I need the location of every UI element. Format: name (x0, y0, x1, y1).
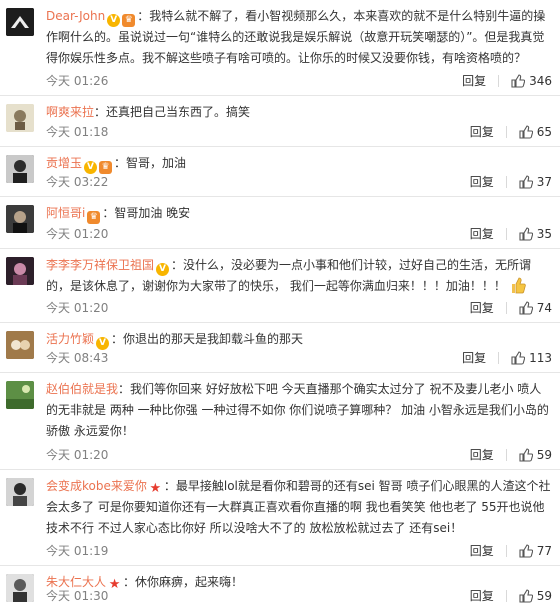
avatar[interactable] (6, 331, 34, 359)
comment-item: 会变成kobe来爱你 ★ ：最早接触lol就是看你和碧哥的还有sei 智哥 喷子们心… (0, 470, 560, 566)
divider (505, 176, 507, 188)
like-button[interactable]: 65 (519, 124, 552, 140)
verified-badge-icon: V (96, 337, 110, 350)
comment-item: 朱大仁大人 ★ ：休你麻痹，起来嗨！ 今天 01:30 回复 59 (0, 566, 560, 610)
thumbs-up-icon (511, 351, 526, 365)
avatar[interactable] (6, 381, 34, 409)
vip-badge-icon: ♛ (122, 14, 136, 27)
like-count: 346 (529, 74, 552, 88)
comment-text: ：我们等你回来 好好放松下吧 今天直播那个确实太过分了 祝不及妻儿老小 喷人的无… (46, 382, 549, 438)
timestamp: 今天 01:20 (46, 227, 109, 241)
reply-button[interactable]: 回复 (470, 447, 494, 463)
thumbs-up-icon (519, 227, 533, 241)
like-count: 59 (536, 448, 552, 462)
like-button[interactable]: 346 (511, 73, 552, 89)
thumbs-up-icon (519, 301, 533, 315)
divider (505, 590, 507, 602)
timestamp: 今天 01:19 (46, 544, 109, 558)
like-button[interactable]: 59 (519, 447, 552, 463)
like-count: 35 (536, 227, 552, 241)
timestamp: 今天 01:20 (46, 301, 109, 315)
thumbs-up-icon (519, 589, 533, 603)
thumbs-up-icon (519, 544, 533, 558)
username[interactable]: 赵伯伯就是我 (46, 382, 118, 396)
reply-button[interactable]: 回复 (470, 543, 494, 559)
comment-text: ：你退出的那天是我卸载斗鱼的那天 (111, 332, 304, 346)
timestamp: 今天 01:20 (46, 448, 109, 462)
username[interactable]: 阿恒哥i (46, 206, 85, 220)
divider (505, 302, 507, 314)
avatar[interactable] (6, 104, 34, 132)
avatar[interactable] (6, 574, 34, 602)
thumbs-up-icon (519, 125, 533, 139)
comment-text: ：智哥，加油 (114, 156, 187, 170)
divider (505, 545, 507, 557)
comment-item: 李李李万祥保卫祖国 V ：没什么，没必要为一点小事和他们计较，过好自己的生活，无所谓… (0, 249, 560, 323)
avatar[interactable] (6, 205, 34, 233)
like-count: 59 (536, 589, 552, 603)
comment-item: 啊爽来拉：还真把自己当东西了。搞笑 今天 01:18 回复 65 (0, 96, 560, 147)
username[interactable]: 会变成kobe来爱你 (46, 479, 147, 493)
comment-item: Dear-John V ♛ ：我特么就不解了，看小智视频那么久，本来喜欢的就不是什么特… (0, 0, 560, 96)
like-button[interactable]: 113 (511, 350, 552, 366)
thumbs-up-icon (519, 448, 533, 462)
thumbs-up-icon (511, 74, 526, 88)
star-badge-icon: ★ (149, 481, 162, 496)
timestamp: 今天 08:43 (46, 351, 109, 365)
avatar[interactable] (6, 478, 34, 506)
divider (498, 75, 500, 87)
like-count: 74 (536, 301, 552, 315)
comment-text: ：智哥加油 晚安 (102, 206, 191, 220)
like-count: 65 (536, 125, 552, 139)
thumbs-up-emoji-icon (511, 277, 526, 294)
timestamp: 今天 01:26 (46, 74, 109, 88)
username[interactable]: 李李李万祥保卫祖国 (46, 258, 154, 272)
like-count: 37 (536, 175, 552, 189)
verified-badge-icon: V (84, 161, 98, 174)
avatar[interactable] (6, 8, 34, 36)
divider (505, 126, 507, 138)
vip-badge-icon: ♛ (99, 161, 113, 174)
username[interactable]: 啊爽来拉 (46, 105, 94, 119)
username[interactable]: 朱大仁大人 (46, 575, 106, 589)
reply-button[interactable]: 回复 (470, 124, 494, 140)
divider (505, 449, 507, 461)
reply-button[interactable]: 回复 (470, 300, 494, 316)
like-button[interactable]: 35 (519, 226, 552, 242)
like-button[interactable]: 59 (519, 588, 552, 604)
reply-button[interactable]: 回复 (462, 350, 486, 366)
reply-button[interactable]: 回复 (462, 73, 486, 89)
comment-item: 赵伯伯就是我：我们等你回来 好好放松下吧 今天直播那个确实太过分了 祝不及妻儿老… (0, 373, 560, 470)
reply-button[interactable]: 回复 (470, 588, 494, 604)
verified-badge-icon: V (156, 263, 170, 276)
divider (498, 352, 500, 364)
vip-badge-icon: ♛ (87, 211, 101, 224)
username[interactable]: 活力竹颖 (46, 332, 94, 346)
avatar[interactable] (6, 257, 34, 285)
divider (505, 228, 507, 240)
like-count: 77 (536, 544, 552, 558)
comment-item: 贡增玉 V ♛ ：智哥，加油 今天 03:22 回复 37 (0, 147, 560, 197)
comment-item: 阿恒哥i ♛ ：智哥加油 晚安 今天 01:20 回复 35 (0, 197, 560, 249)
comment-item: 活力竹颖 V ：你退出的那天是我卸载斗鱼的那天 今天 08:43 回复 113 (0, 323, 560, 373)
timestamp: 今天 03:22 (46, 175, 109, 189)
reply-button[interactable]: 回复 (470, 226, 494, 242)
avatar[interactable] (6, 155, 34, 183)
like-button[interactable]: 77 (519, 543, 552, 559)
comment-text: ：还真把自己当东西了。搞笑 (94, 105, 251, 119)
like-button[interactable]: 37 (519, 174, 552, 190)
like-count: 113 (529, 351, 552, 365)
like-button[interactable]: 74 (519, 300, 552, 316)
username[interactable]: Dear-John (46, 9, 105, 23)
reply-button[interactable]: 回复 (470, 174, 494, 190)
comment-text: ：休你麻痹，起来嗨！ (123, 575, 244, 589)
thumbs-up-icon (519, 175, 533, 189)
timestamp: 今天 01:30 (46, 589, 109, 603)
timestamp: 今天 01:18 (46, 125, 109, 139)
comment-list: Dear-John V ♛ ：我特么就不解了，看小智视频那么久，本来喜欢的就不是什么特… (0, 0, 560, 610)
verified-badge-icon: V (107, 14, 121, 27)
username[interactable]: 贡增玉 (46, 156, 82, 170)
